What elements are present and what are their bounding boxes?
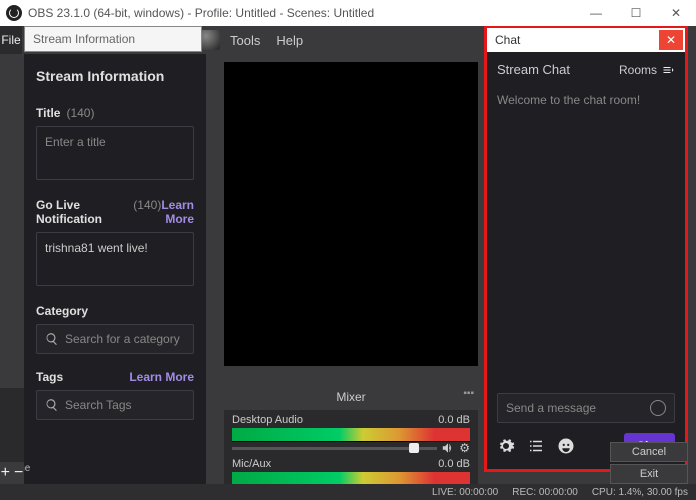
gear-icon[interactable]: [497, 437, 515, 455]
add-scene-button[interactable]: +: [1, 464, 10, 482]
menu-help[interactable]: Help: [276, 33, 303, 48]
status-cpu: CPU: 1.4%, 30.00 fps: [592, 487, 688, 498]
speaker-icon[interactable]: [441, 441, 455, 455]
maximize-button[interactable]: ☐: [616, 0, 656, 26]
title-label: Title: [36, 106, 60, 120]
golive-value: trishna81 went live!: [45, 241, 148, 255]
mixer-title: Mixer: [336, 390, 365, 404]
stream-info-header-label: Stream Information: [33, 32, 135, 46]
chat-message-input[interactable]: Send a message: [497, 393, 675, 423]
emoji-icon[interactable]: [557, 437, 575, 455]
search-icon: [45, 332, 59, 346]
volume-slider[interactable]: ⚙: [232, 444, 470, 452]
title-input[interactable]: Enter a title: [36, 126, 194, 180]
tags-label: Tags: [36, 370, 63, 384]
emoji-picker-icon[interactable]: [650, 400, 666, 416]
rooms-label: Rooms: [619, 63, 657, 77]
status-bar: LIVE: 00:00:00 REC: 00:00:00 CPU: 1.4%, …: [0, 484, 696, 500]
category-label: Category: [36, 304, 88, 318]
gear-icon[interactable]: ⚙: [459, 441, 470, 455]
preview-area[interactable]: [224, 62, 478, 366]
list-icon[interactable]: [527, 437, 545, 455]
channel-db: 0.0 dB: [438, 414, 470, 426]
stream-info-heading: Stream Information: [36, 68, 194, 84]
channel-db: 0.0 dB: [438, 458, 470, 470]
chat-input-placeholder: Send a message: [506, 401, 596, 415]
title-placeholder: Enter a title: [45, 135, 106, 149]
chat-body: Stream Chat Rooms Welcome to the chat ro…: [487, 52, 685, 469]
exit-button[interactable]: Exit: [610, 464, 688, 484]
tags-placeholder: Search Tags: [65, 398, 132, 412]
remove-scene-button[interactable]: −: [14, 464, 23, 482]
channel-name: Desktop Audio: [232, 414, 303, 426]
chat-titlebar-label: Chat: [495, 33, 520, 47]
golive-learn-more-link[interactable]: Learn More: [161, 198, 194, 226]
menu-file[interactable]: File: [0, 26, 22, 54]
channel-name: Mic/Aux: [232, 458, 271, 470]
chat-panel-highlight: Chat ✕ Stream Chat Rooms Welcome to the …: [484, 26, 688, 472]
cancel-button[interactable]: Cancel: [610, 442, 688, 462]
window-title: OBS 23.1.0 (64-bit, windows) - Profile: …: [28, 6, 374, 20]
status-live: LIVE: 00:00:00: [432, 487, 498, 498]
tags-learn-more-link[interactable]: Learn More: [129, 370, 194, 384]
mixer-channel-desktop: Desktop Audio 0.0 dB ⚙: [224, 410, 478, 454]
mixer-header: Mixer ▪▪▪: [224, 384, 478, 410]
golive-label: Go Live Notification: [36, 198, 116, 226]
mixer-menu-icon[interactable]: ▪▪▪: [463, 388, 474, 399]
chat-titlebar: Chat ✕: [487, 28, 685, 52]
stream-info-panel: Stream Information Title (140) Enter a t…: [24, 54, 206, 500]
chat-welcome-text: Welcome to the chat room!: [497, 93, 675, 107]
category-placeholder: Search for a category: [65, 332, 180, 346]
menu-tools[interactable]: Tools: [230, 33, 260, 48]
status-rec: REC: 00:00:00: [512, 487, 578, 498]
rooms-icon: [661, 64, 675, 76]
golive-input[interactable]: trishna81 went live!: [36, 232, 194, 286]
close-window-button[interactable]: ✕: [656, 0, 696, 26]
mixer-panel: Mixer ▪▪▪ Desktop Audio 0.0 dB ⚙ Mic/Aux 0…: [224, 384, 478, 500]
sphere-icon: [200, 30, 220, 50]
category-search-input[interactable]: Search for a category: [36, 324, 194, 354]
title-count: (140): [66, 106, 94, 120]
window-titlebar: OBS 23.1.0 (64-bit, windows) - Profile: …: [0, 0, 696, 26]
minimize-button[interactable]: —: [576, 0, 616, 26]
search-icon: [45, 398, 59, 412]
golive-count: (140): [133, 198, 161, 212]
audio-meter: [232, 428, 470, 442]
stream-info-header[interactable]: Stream Information: [24, 26, 202, 52]
chat-close-button[interactable]: ✕: [659, 30, 683, 50]
tags-search-input[interactable]: Search Tags: [36, 390, 194, 420]
rooms-button[interactable]: Rooms: [619, 63, 675, 77]
chat-heading: Stream Chat: [497, 62, 570, 77]
obs-logo-icon: [6, 5, 22, 21]
